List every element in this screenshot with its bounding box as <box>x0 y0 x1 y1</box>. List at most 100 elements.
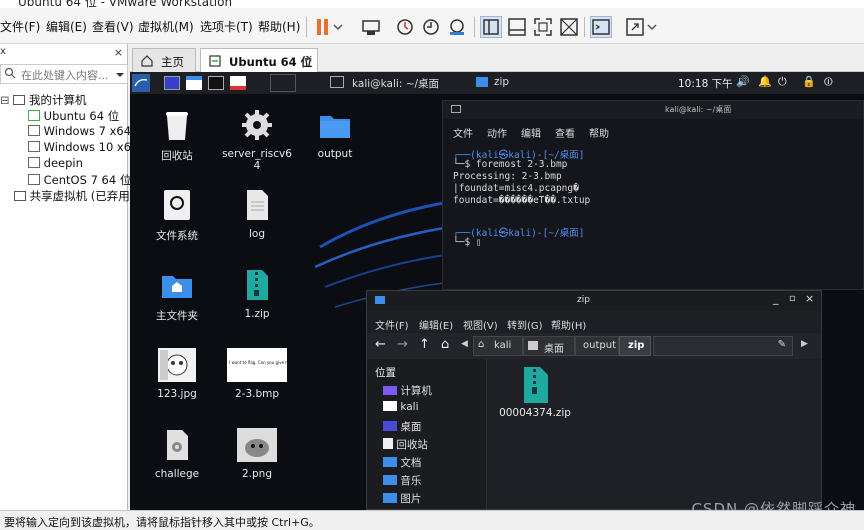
revert-snapshot-icon[interactable] <box>420 16 442 38</box>
path-button-output[interactable]: output <box>575 336 619 356</box>
desktop-icon-log[interactable]: log <box>222 188 292 240</box>
desktop-icon-trash[interactable]: 回收站 <box>142 108 212 163</box>
terminal-menu-edit[interactable]: 编辑 <box>521 125 541 140</box>
tree-shared-vms[interactable]: 共享虚拟机 (已弃用) <box>14 188 134 204</box>
sidebar-item-pictures[interactable]: 图片 <box>383 491 421 506</box>
sidebar-item-documents[interactable]: 文档 <box>383 455 421 470</box>
snapshot-manager-icon[interactable] <box>446 16 468 38</box>
kali-menu-icon[interactable] <box>132 74 150 92</box>
zip-file-icon <box>240 268 274 302</box>
fm-menu-go[interactable]: 转到(G) <box>507 317 543 332</box>
snapshot-icon[interactable] <box>394 16 416 38</box>
chevron-down-icon[interactable] <box>332 16 344 38</box>
clock[interactable]: 10:18 下午 <box>678 76 733 91</box>
path-button-zip[interactable]: zip <box>619 336 651 356</box>
pause-icon[interactable] <box>312 16 334 38</box>
dropdown-arrow-icon[interactable] <box>115 69 125 83</box>
fm-menu-help[interactable]: 帮助(H) <box>551 317 586 332</box>
lock-icon[interactable]: 🔒 <box>802 75 816 88</box>
sidebar-item-kali[interactable]: kali <box>383 401 419 413</box>
terminal-menu-view[interactable]: 查看 <box>555 125 575 140</box>
library-view-icon[interactable] <box>480 16 502 38</box>
chevron-down-icon[interactable] <box>646 16 658 38</box>
terminal-menu-file[interactable]: 文件 <box>453 125 473 140</box>
desktop-icon-filesystem[interactable]: 文件系统 <box>142 188 212 243</box>
executable-icon <box>160 428 194 462</box>
toolbar-separator <box>584 17 585 37</box>
power-icon[interactable]: ⏻ <box>778 75 787 89</box>
folder-task-icon <box>476 77 488 87</box>
workspace-icon[interactable] <box>270 74 296 92</box>
tree-vm-centos[interactable]: CentOS 7 64 位 <box>28 172 131 188</box>
desktop-icon-123jpg[interactable]: 123.jpg <box>142 348 212 400</box>
desktop-icon-home[interactable]: 主文件夹 <box>142 268 212 323</box>
sidebar-item-trash[interactable]: 回收站 <box>383 437 428 452</box>
desktop-icon-23bmp[interactable]: I want to flag, Can you give me? 2-3.bmp <box>222 348 294 400</box>
path-button-kali[interactable]: ⌂ kali <box>473 336 523 356</box>
terminal-menu-help[interactable]: 帮助 <box>589 125 609 140</box>
notification-icon[interactable]: 🔔 <box>758 75 772 88</box>
volume-icon[interactable]: 🔊 <box>736 75 750 88</box>
menu-file[interactable]: 文件(F) <box>0 18 40 35</box>
sidebar-item-music[interactable]: 音乐 <box>383 473 421 488</box>
guest-display[interactable]: kali@kali: ~/桌面 zip 10:18 下午 🔊 🔔 ⏻ 🔒 ⏼ 回… <box>130 72 864 510</box>
thumbnail-view-icon[interactable] <box>506 16 528 38</box>
path-scroll-right-icon[interactable]: ▶ <box>801 339 808 349</box>
taskbar-zip[interactable]: zip <box>494 76 509 88</box>
path-scroll-left-icon[interactable]: ◀ <box>461 339 468 349</box>
terminal-menu-actions[interactable]: 动作 <box>487 125 507 140</box>
power-menu-icon[interactable]: ⏼ <box>824 75 833 89</box>
file-manager-icon[interactable] <box>186 76 202 90</box>
back-arrow-icon[interactable]: ← <box>375 337 386 352</box>
fm-menu-view[interactable]: 视图(V) <box>463 317 498 332</box>
tree-my-computer[interactable]: ⊟ 我的计算机 <box>0 92 86 108</box>
fm-menu-edit[interactable]: 编辑(E) <box>419 317 453 332</box>
desktop-icon-1zip[interactable]: 1.zip <box>222 268 292 320</box>
menu-view[interactable]: 查看(V) <box>92 18 134 35</box>
pencil-icon[interactable]: ✎ <box>778 339 786 350</box>
sidebar-item-desktop[interactable]: 桌面 <box>383 419 421 434</box>
desktop-icon-server[interactable]: server_riscv6 4 <box>222 108 292 172</box>
terminal-window[interactable]: kali@kali: ~/桌面 文件 动作 编辑 查看 帮助 ┌──(kali㉿… <box>442 100 864 290</box>
tree-vm-deepin[interactable]: deepin <box>28 156 83 170</box>
forward-arrow-icon[interactable]: → <box>397 337 408 352</box>
desktop-icon-challege[interactable]: challege <box>142 428 212 480</box>
desktop-icon-output[interactable]: output <box>300 108 370 160</box>
close-icon[interactable]: × <box>805 292 814 305</box>
tree-vm-ubuntu[interactable]: Ubuntu 64 位 <box>28 108 119 124</box>
tree-vm-win10[interactable]: Windows 10 x64 <box>28 140 138 154</box>
browser-icon[interactable] <box>230 76 246 90</box>
menu-tabs[interactable]: 选项卡(T) <box>200 18 253 35</box>
home-icon <box>141 55 153 70</box>
menu-edit[interactable]: 编辑(E) <box>46 18 87 35</box>
file-item[interactable]: 00004374.zip <box>495 365 575 419</box>
vm-icon <box>28 125 40 136</box>
send-keys-icon[interactable] <box>360 16 382 38</box>
fm-menu-file[interactable]: 文件(F) <box>375 317 409 332</box>
library-search[interactable]: 在此处键入内容... <box>0 64 128 84</box>
tab-home[interactable]: 主页 <box>132 48 196 72</box>
show-desktop-icon[interactable] <box>164 76 180 90</box>
file-manager-window[interactable]: zip _ ▫ × 文件(F) 编辑(E) 视图(V) 转到(G) 帮助(H) … <box>366 290 822 510</box>
minimize-icon[interactable]: _ <box>773 292 779 305</box>
tree-vm-win7[interactable]: Windows 7 x64 <box>28 124 131 138</box>
taskbar-terminal[interactable]: kali@kali: ~/桌面 <box>352 76 439 91</box>
unity-icon[interactable] <box>558 16 580 38</box>
desktop-icon-2png[interactable]: 2.png <box>222 428 292 480</box>
path-edit-field[interactable]: ✎ <box>653 336 793 356</box>
console-view-icon[interactable] <box>590 16 612 38</box>
tab-close-icon[interactable]: × <box>304 52 313 65</box>
sidebar-item-computer[interactable]: 计算机 <box>383 383 432 398</box>
path-button-desktop[interactable]: 桌面 <box>523 336 575 356</box>
fullscreen-icon[interactable] <box>532 16 554 38</box>
tab-ubuntu[interactable]: Ubuntu 64 位 <box>200 48 318 72</box>
close-icon[interactable]: × <box>114 46 123 59</box>
home-arrow-icon[interactable]: ⌂ <box>441 337 449 352</box>
menu-vm[interactable]: 虚拟机(M) <box>138 18 194 35</box>
stretch-icon[interactable] <box>624 16 646 38</box>
terminal-launcher-icon[interactable] <box>208 76 224 90</box>
menu-help[interactable]: 帮助(H) <box>258 18 300 35</box>
search-input[interactable]: 在此处键入内容... <box>21 67 109 83</box>
maximize-icon[interactable]: ▫ <box>789 293 796 304</box>
up-arrow-icon[interactable]: ↑ <box>419 337 430 352</box>
